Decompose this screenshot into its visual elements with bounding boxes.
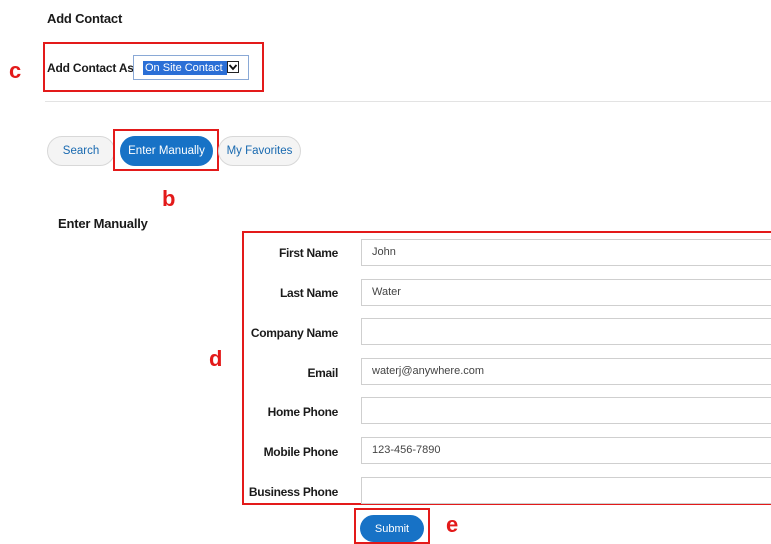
company-name-input[interactable] (361, 318, 771, 345)
first-name-input[interactable]: John (361, 239, 771, 266)
first-name-label: First Name (278, 246, 338, 260)
home-phone-label: Home Phone (267, 405, 339, 419)
callout-e: e (446, 512, 459, 537)
add-contact-as-label: Add Contact As (47, 61, 134, 75)
company-name-label: Company Name (250, 326, 338, 340)
last-name-label: Last Name (280, 286, 338, 300)
add-contact-as-select[interactable]: On Site Contact (133, 55, 249, 80)
section-title: Enter Manually (58, 216, 148, 231)
email-label: Email (307, 366, 338, 380)
mobile-phone-label: Mobile Phone (263, 445, 339, 459)
tab-enter-manually[interactable]: Enter Manually (120, 136, 213, 166)
mobile-phone-input[interactable]: 123-456-7890 (361, 437, 771, 464)
tab-my-favorites[interactable]: My Favorites (218, 136, 301, 166)
email-input[interactable]: waterj@anywhere.com (361, 358, 771, 385)
callout-b: b (162, 186, 176, 211)
last-name-input[interactable]: Water (361, 279, 771, 306)
business-phone-label: Business Phone (248, 485, 338, 499)
page-title: Add Contact (47, 11, 123, 26)
tab-search[interactable]: Search (47, 136, 115, 166)
chevron-down-icon (227, 61, 239, 73)
add-contact-as-selected: On Site Contact (143, 61, 227, 75)
submit-button[interactable]: Submit (360, 515, 424, 542)
home-phone-input[interactable] (361, 397, 771, 424)
divider (45, 101, 771, 102)
callout-c: c (9, 58, 22, 83)
business-phone-input[interactable] (361, 477, 771, 504)
